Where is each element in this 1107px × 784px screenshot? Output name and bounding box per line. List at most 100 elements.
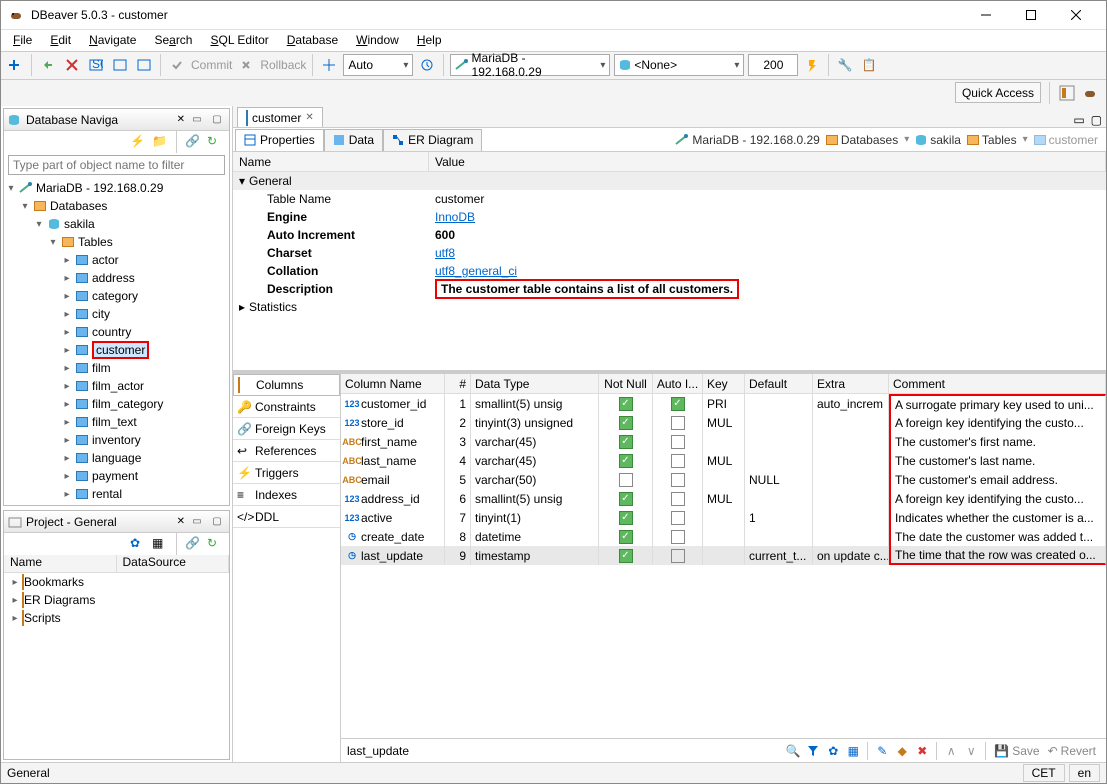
prop-description[interactable]: DescriptionThe customer table contains a… — [233, 280, 1106, 298]
up-icon[interactable]: ∧ — [941, 741, 961, 761]
maximize-editor-icon[interactable]: ▢ — [1091, 113, 1102, 127]
database-combo[interactable]: <None> — [614, 54, 744, 76]
refresh-icon[interactable]: ↻ — [207, 536, 223, 552]
minimize-button[interactable] — [963, 1, 1008, 29]
connect-icon[interactable] — [38, 55, 58, 75]
view-icon[interactable]: ▦ — [843, 741, 863, 761]
maximize-panel-icon[interactable]: ▢ — [209, 112, 225, 128]
breadcrumb-tables[interactable]: Tables — [967, 133, 1017, 147]
prop-table-name[interactable]: Table Namecustomer — [233, 190, 1106, 208]
column-row-address_id[interactable]: 123address_id6smallint(5) unsigMULA fore… — [341, 489, 1106, 508]
columns-icon[interactable]: ▦ — [152, 536, 168, 552]
delete-icon[interactable]: ✖ — [912, 741, 932, 761]
status-lang[interactable]: en — [1069, 764, 1100, 782]
quick-access-button[interactable]: Quick Access — [955, 82, 1041, 103]
settings-icon[interactable]: ✿ — [823, 741, 843, 761]
sql-recent-icon[interactable] — [134, 55, 154, 75]
tree-table-film_text[interactable]: ▸film_text — [4, 413, 229, 431]
connect-icon[interactable]: ⚡ — [130, 134, 146, 150]
prop-auto-increment[interactable]: Auto Increment600 — [233, 226, 1106, 244]
subtab-data[interactable]: Data — [324, 129, 383, 151]
section-ddl[interactable]: </>DDL — [233, 506, 340, 528]
project-col-datasource[interactable]: DataSource — [117, 555, 230, 572]
tree-table-film_category[interactable]: ▸film_category — [4, 395, 229, 413]
new-connection-icon[interactable] — [5, 55, 25, 75]
filter-icon[interactable] — [803, 741, 823, 761]
breadcrumb-schema[interactable]: sakila — [915, 133, 961, 147]
sql-icon[interactable]: SQL — [86, 55, 106, 75]
tree-table-inventory[interactable]: ▸inventory — [4, 431, 229, 449]
menu-file[interactable]: File — [5, 31, 40, 49]
minimize-panel-icon[interactable]: ▭ — [189, 112, 205, 128]
props-col-name[interactable]: Name — [233, 152, 429, 171]
tree-table-language[interactable]: ▸language — [4, 449, 229, 467]
nav-tree[interactable]: ▾MariaDB - 192.168.0.29 ▾Databases ▾saki… — [4, 177, 229, 505]
section-columns[interactable]: Columns — [233, 374, 340, 396]
row-limit-input[interactable] — [748, 54, 798, 76]
section-constraints[interactable]: 🔑Constraints — [233, 396, 340, 418]
column-row-first_name[interactable]: ABCfirst_name3varchar(45)The customer's … — [341, 432, 1106, 451]
prop-group-statistics[interactable]: ▸Statistics — [233, 298, 1106, 316]
maximize-panel-icon[interactable]: ▢ — [209, 514, 225, 530]
project-item-er-diagrams[interactable]: ▸ER Diagrams — [4, 591, 229, 609]
add-icon[interactable]: ◆ — [892, 741, 912, 761]
tree-table-category[interactable]: ▸category — [4, 287, 229, 305]
minimize-editor-icon[interactable]: ▭ — [1073, 113, 1084, 127]
tree-table-rental[interactable]: ▸rental — [4, 485, 229, 503]
dbeaver-perspective-icon[interactable] — [1082, 84, 1100, 102]
link-icon[interactable]: 🔗 — [185, 134, 201, 150]
menu-navigate[interactable]: Navigate — [81, 31, 144, 49]
menu-edit[interactable]: Edit — [42, 31, 79, 49]
breadcrumb-table[interactable]: customer — [1034, 133, 1098, 147]
section-references[interactable]: ↩References — [233, 440, 340, 462]
menu-window[interactable]: Window — [348, 31, 407, 49]
config-icon[interactable]: ✿ — [130, 536, 146, 552]
project-col-name[interactable]: Name — [4, 555, 117, 572]
down-icon[interactable]: ∨ — [961, 741, 981, 761]
project-item-scripts[interactable]: ▸Scripts — [4, 609, 229, 627]
menu-help[interactable]: Help — [409, 31, 450, 49]
column-row-customer_id[interactable]: 123customer_id1smallint(5) unsigPRIauto_… — [341, 394, 1106, 413]
connection-combo[interactable]: MariaDB - 192.168.0.29 — [450, 54, 610, 76]
breadcrumb-connection[interactable]: MariaDB - 192.168.0.29 — [675, 133, 819, 147]
project-item-bookmarks[interactable]: ▸Bookmarks — [4, 573, 229, 591]
tree-table-actor[interactable]: ▸actor — [4, 251, 229, 269]
new-folder-icon[interactable]: 📁 — [152, 134, 168, 150]
tree-table-address[interactable]: ▸address — [4, 269, 229, 287]
prop-charset[interactable]: Charsetutf8 — [233, 244, 1106, 262]
tree-table-city[interactable]: ▸city — [4, 305, 229, 323]
rollback-icon[interactable] — [236, 55, 256, 75]
edit-icon[interactable]: ✎ — [872, 741, 892, 761]
tree-table-film[interactable]: ▸film — [4, 359, 229, 377]
close-button[interactable] — [1053, 1, 1098, 29]
limit-config-icon[interactable] — [802, 55, 822, 75]
columns-grid[interactable]: Column Name # Data Type Not Null Auto I.… — [341, 374, 1106, 738]
menu-database[interactable]: Database — [279, 31, 346, 49]
menu-search[interactable]: Search — [146, 31, 200, 49]
tree-table-customer[interactable]: ▸customer — [4, 341, 229, 359]
misc-icon-2[interactable]: 📋 — [859, 55, 879, 75]
prop-group-general[interactable]: ▾General — [233, 172, 1106, 190]
disconnect-icon[interactable] — [62, 55, 82, 75]
search-icon[interactable]: 🔍 — [783, 741, 803, 761]
refresh-icon[interactable]: ↻ — [207, 134, 223, 150]
prop-engine[interactable]: EngineInnoDB — [233, 208, 1106, 226]
close-icon[interactable]: ✕ — [305, 112, 313, 123]
status-timezone[interactable]: CET — [1023, 764, 1065, 782]
tree-table-payment[interactable]: ▸payment — [4, 467, 229, 485]
perspective-icon[interactable] — [1058, 84, 1076, 102]
maximize-button[interactable] — [1008, 1, 1053, 29]
commit-icon[interactable] — [167, 55, 187, 75]
tx-mode-combo[interactable]: Auto — [343, 54, 413, 76]
section-triggers[interactable]: ⚡Triggers — [233, 462, 340, 484]
column-row-last_update[interactable]: ◷last_update9timestampcurrent_t...on upd… — [341, 546, 1106, 565]
tree-table-film_actor[interactable]: ▸film_actor — [4, 377, 229, 395]
subtab-er-diagram[interactable]: ER Diagram — [383, 129, 482, 151]
nav-filter-input[interactable] — [8, 155, 225, 175]
tree-table-country[interactable]: ▸country — [4, 323, 229, 341]
rollback-button[interactable]: Rollback — [260, 58, 306, 72]
column-row-active[interactable]: 123active7tinyint(1)1Indicates whether t… — [341, 508, 1106, 527]
editor-tab-customer[interactable]: customer ✕ — [237, 107, 323, 127]
section-foreign-keys[interactable]: 🔗Foreign Keys — [233, 418, 340, 440]
column-row-email[interactable]: ABCemail5varchar(50)NULLThe customer's e… — [341, 470, 1106, 489]
